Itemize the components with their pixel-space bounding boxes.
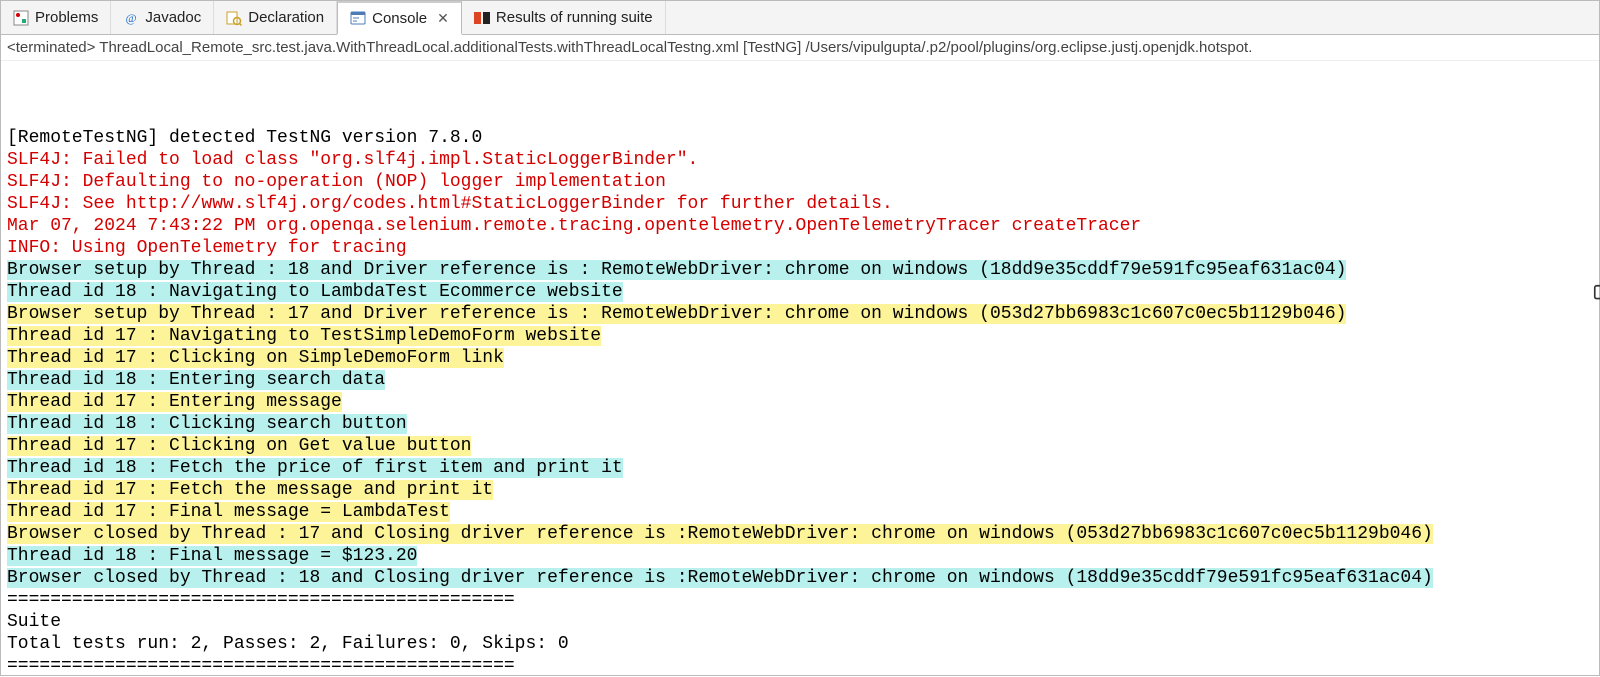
console-line: SLF4J: Defaulting to no-operation (NOP) … bbox=[7, 171, 1593, 193]
console-line: [RemoteTestNG] detected TestNG version 7… bbox=[7, 127, 1593, 149]
console-line: Thread id 17 : Clicking on Get value but… bbox=[7, 435, 1593, 457]
tab-console[interactable]: Console ✕ bbox=[337, 1, 462, 35]
console-line: Thread id 17 : Navigating to TestSimpleD… bbox=[7, 325, 1593, 347]
console-line: Total tests run: 2, Passes: 2, Failures:… bbox=[7, 633, 1593, 655]
tab-label: Problems bbox=[35, 9, 98, 26]
tab-label: Javadoc bbox=[145, 9, 201, 26]
console-line: INFO: Using OpenTelemetry for tracing bbox=[7, 237, 1593, 259]
console-line: Thread id 18 : Fetch the price of first … bbox=[7, 457, 1593, 479]
tab-javadoc[interactable]: @ Javadoc bbox=[111, 1, 214, 34]
tab-results-suite[interactable]: Results of running suite bbox=[462, 1, 666, 34]
view-tabs: Problems @ Javadoc Declaration Console ✕… bbox=[1, 1, 1599, 35]
svg-text:@: @ bbox=[126, 11, 137, 25]
tab-problems[interactable]: Problems bbox=[1, 1, 111, 34]
console-line: Browser closed by Thread : 18 and Closin… bbox=[7, 567, 1593, 589]
console-line: Thread id 18 : Navigating to LambdaTest … bbox=[7, 281, 1593, 303]
pin-console-icon[interactable] bbox=[1549, 261, 1571, 283]
testng-icon bbox=[474, 10, 490, 26]
console-line: SLF4J: Failed to load class "org.slf4j.i… bbox=[7, 149, 1593, 171]
console-line: Thread id 17 : Final message = LambdaTes… bbox=[7, 501, 1593, 523]
tab-label: Console bbox=[372, 10, 427, 27]
console-line: Browser setup by Thread : 18 and Driver … bbox=[7, 259, 1593, 281]
console-line: Mar 07, 2024 7:43:22 PM org.openqa.selen… bbox=[7, 215, 1593, 237]
tab-label: Declaration bbox=[248, 9, 324, 26]
console-line: Thread id 18 : Clicking search button bbox=[7, 413, 1593, 435]
console-output[interactable]: [RemoteTestNG] detected TestNG version 7… bbox=[1, 61, 1599, 677]
console-line: Browser closed by Thread : 17 and Closin… bbox=[7, 523, 1593, 545]
console-line: Thread id 17 : Entering message bbox=[7, 391, 1593, 413]
declaration-icon bbox=[226, 10, 242, 26]
console-line: ========================================… bbox=[7, 655, 1593, 677]
console-line: SLF4J: See http://www.slf4j.org/codes.ht… bbox=[7, 193, 1593, 215]
console-line: Browser setup by Thread : 17 and Driver … bbox=[7, 303, 1593, 325]
console-line: Thread id 17 : Fetch the message and pri… bbox=[7, 479, 1593, 501]
problems-icon bbox=[13, 10, 29, 26]
console-line: Thread id 18 : Final message = $123.20 bbox=[7, 545, 1593, 567]
console-line: Thread id 18 : Entering search data bbox=[7, 369, 1593, 391]
tab-label: Results of running suite bbox=[496, 9, 653, 26]
console-line: Suite bbox=[7, 611, 1593, 633]
console-line: Thread id 17 : Clicking on SimpleDemoFor… bbox=[7, 347, 1593, 369]
javadoc-icon: @ bbox=[123, 10, 139, 26]
console-line: ========================================… bbox=[7, 589, 1593, 611]
console-icon bbox=[350, 10, 366, 26]
tab-declaration[interactable]: Declaration bbox=[214, 1, 337, 34]
process-description: <terminated> ThreadLocal_Remote_src.test… bbox=[1, 35, 1599, 61]
close-icon[interactable]: ✕ bbox=[437, 10, 449, 27]
